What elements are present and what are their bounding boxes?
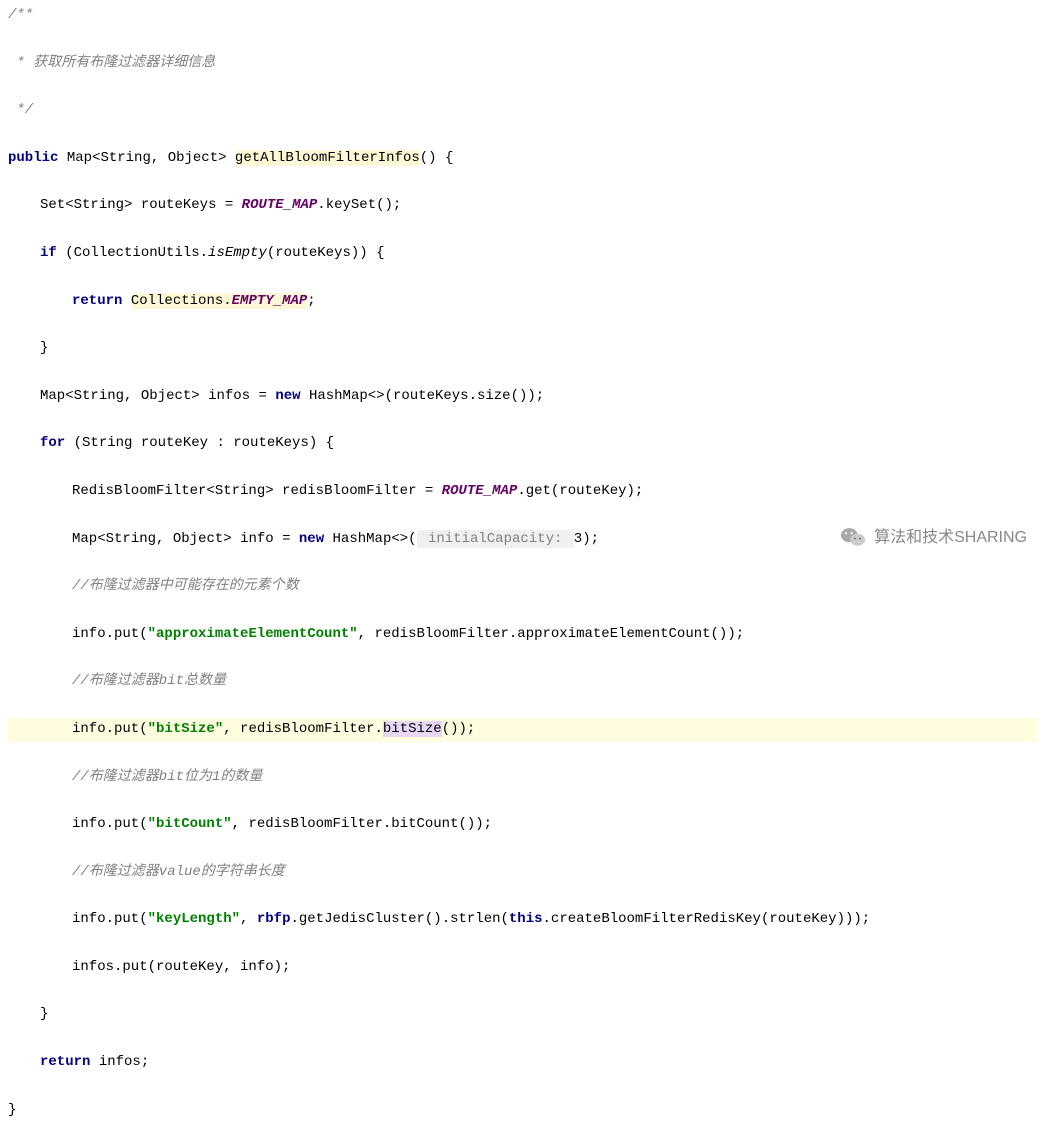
for-close: } bbox=[8, 1003, 1037, 1027]
return-infos: return infos; bbox=[8, 1051, 1037, 1075]
method-close: } bbox=[8, 1099, 1037, 1122]
code-block: /** * 获取所有布隆过滤器详细信息 */ public Map<String… bbox=[8, 4, 1037, 1122]
for-loop: for (String routeKey : routeKeys) { bbox=[8, 432, 1037, 456]
comment-bitcount: //布隆过滤器bit位为1的数量 bbox=[8, 766, 1037, 790]
watermark-text: 算法和技术SHARING bbox=[874, 524, 1027, 551]
javadoc-close: */ bbox=[8, 99, 1037, 123]
put-approx: info.put("approximateElementCount", redi… bbox=[8, 623, 1037, 647]
return-empty: return Collections.EMPTY_MAP; bbox=[8, 290, 1037, 314]
wechat-icon bbox=[840, 526, 866, 548]
bloomfilter-decl: RedisBloomFilter<String> redisBloomFilte… bbox=[8, 480, 1037, 504]
routekeys-decl: Set<String> routeKeys = ROUTE_MAP.keySet… bbox=[8, 194, 1037, 218]
put-bitcount: info.put("bitCount", redisBloomFilter.bi… bbox=[8, 813, 1037, 837]
javadoc-desc: * 获取所有布隆过滤器详细信息 bbox=[8, 52, 1037, 76]
parameter-hint: initialCapacity: bbox=[417, 530, 574, 548]
comment-bitsize: //布隆过滤器bit总数量 bbox=[8, 670, 1037, 694]
comment-approx: //布隆过滤器中可能存在的元素个数 bbox=[8, 575, 1037, 599]
put-bitsize: info.put("bitSize", redisBloomFilter.bit… bbox=[8, 718, 1037, 742]
watermark: 算法和技术SHARING bbox=[840, 524, 1027, 551]
put-keylength: info.put("keyLength", rbfp.getJedisClust… bbox=[8, 908, 1037, 932]
if-empty: if (CollectionUtils.isEmpty(routeKeys)) … bbox=[8, 242, 1037, 266]
comment-keylength: //布隆过滤器value的字符串长度 bbox=[8, 861, 1037, 885]
if-close: } bbox=[8, 337, 1037, 361]
method-signature: public Map<String, Object> getAllBloomFi… bbox=[8, 147, 1037, 171]
javadoc-open: /** bbox=[8, 4, 1037, 28]
infos-put: infos.put(routeKey, info); bbox=[8, 956, 1037, 980]
infos-decl: Map<String, Object> infos = new HashMap<… bbox=[8, 385, 1037, 409]
